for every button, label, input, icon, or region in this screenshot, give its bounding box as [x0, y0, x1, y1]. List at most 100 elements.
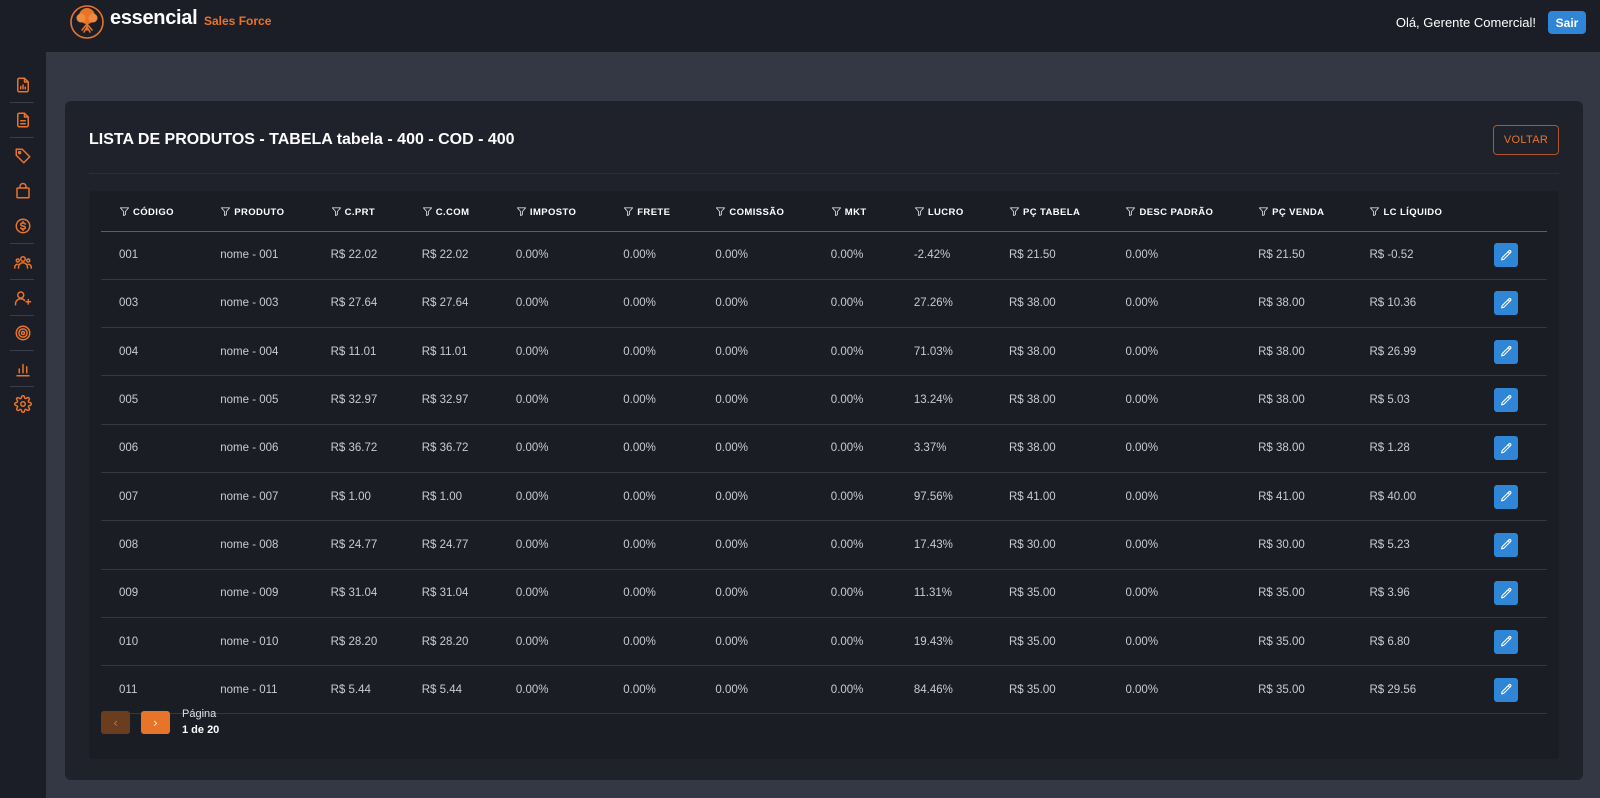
column-header[interactable]: CÓDIGO: [101, 195, 203, 232]
table-cell: R$ 35.00: [991, 665, 1108, 715]
edit-button[interactable]: [1494, 581, 1518, 606]
edit-button[interactable]: [1494, 436, 1518, 461]
table-cell: R$ 1.28: [1351, 424, 1476, 473]
column-header[interactable]: C.COM: [403, 195, 498, 232]
shopping-bag-icon[interactable]: [12, 180, 34, 202]
table-cell: nome - 007: [202, 472, 313, 522]
edit-button[interactable]: [1494, 484, 1518, 509]
users-icon[interactable]: [12, 251, 34, 273]
filter-icon[interactable]: [119, 206, 130, 220]
dollar-icon[interactable]: [12, 215, 34, 237]
table-cell: 0.00%: [812, 327, 896, 377]
edit-button[interactable]: [1494, 629, 1518, 654]
table-cell: 0.00%: [697, 520, 813, 570]
tag-icon[interactable]: [12, 145, 34, 167]
column-header[interactable]: MKT: [812, 195, 896, 232]
prev-page-button[interactable]: ‹: [101, 711, 130, 734]
table-cell: 0.00%: [1107, 617, 1241, 667]
filter-icon[interactable]: [623, 206, 634, 220]
column-header[interactable]: IMPOSTO: [497, 195, 606, 232]
edit-button[interactable]: [1494, 388, 1518, 413]
table-cell: 0.00%: [605, 520, 698, 570]
column-header[interactable]: C.PRT: [312, 195, 404, 232]
table-cell: R$ 5.44: [403, 665, 498, 715]
page-label: Página: [182, 708, 217, 720]
edit-button[interactable]: [1494, 677, 1518, 702]
user-plus-icon[interactable]: [12, 287, 34, 309]
table-cell: 008: [101, 520, 203, 570]
table-cell: R$ 22.02: [312, 231, 404, 280]
edit-button[interactable]: [1494, 243, 1518, 268]
table-cell: 0.00%: [605, 665, 698, 715]
column-header-label: PÇ TABELA: [1023, 206, 1081, 218]
column-header[interactable]: COMISSÃO: [697, 195, 813, 232]
filter-icon[interactable]: [1258, 206, 1269, 220]
table-cell: 0.00%: [605, 375, 698, 425]
table-cell: 0.00%: [605, 569, 698, 618]
bar-chart-icon[interactable]: [12, 358, 34, 380]
edit-button[interactable]: [1494, 291, 1518, 316]
gear-icon[interactable]: [12, 393, 34, 415]
sidebar-divider: [10, 102, 34, 103]
column-header[interactable]: LUCRO: [895, 195, 991, 232]
sidebar-divider: [10, 315, 34, 316]
filter-icon[interactable]: [516, 206, 527, 220]
filter-icon[interactable]: [1369, 206, 1380, 220]
column-header-label: IMPOSTO: [529, 206, 577, 218]
pencil-icon: [1500, 249, 1513, 262]
table-cell: 0.00%: [697, 231, 813, 280]
back-button[interactable]: VOLTAR: [1493, 125, 1559, 155]
table-cell: nome - 004: [202, 327, 313, 377]
table-cell: 97.56%: [895, 472, 991, 522]
column-header[interactable]: PÇ TABELA: [991, 195, 1108, 232]
table-cell: R$ 21.50: [991, 231, 1108, 280]
row-actions: [1476, 472, 1547, 522]
table-cell: R$ 5.23: [1351, 520, 1476, 570]
pencil-icon: [1500, 394, 1513, 407]
table-cell: R$ 38.00: [991, 424, 1108, 473]
table-cell: R$ 36.72: [403, 424, 498, 473]
filter-icon[interactable]: [422, 206, 433, 220]
table-cell: R$ 5.03: [1351, 375, 1476, 425]
edit-button[interactable]: [1494, 339, 1518, 364]
table-cell: 007: [101, 472, 203, 522]
row-actions: [1476, 231, 1547, 280]
table-cell: 0.00%: [1107, 375, 1241, 425]
table-row: 008 nome - 008 R$ 24.77 R$ 24.77 0.00% 0.00% 0…: [101, 520, 1547, 570]
filter-icon[interactable]: [715, 206, 726, 220]
column-header[interactable]: DESC PADRÃO: [1107, 195, 1241, 232]
table-cell: 0.00%: [1107, 665, 1241, 715]
table-cell: 0.00%: [697, 617, 813, 667]
table-row: 004 nome - 004 R$ 11.01 R$ 11.01 0.00% 0.00% 0…: [101, 327, 1547, 377]
row-actions: [1476, 665, 1547, 715]
document-icon[interactable]: [12, 109, 34, 131]
table-cell: 0.00%: [497, 569, 606, 618]
table-cell: R$ 35.00: [1240, 665, 1352, 715]
report-icon[interactable]: [12, 74, 34, 96]
edit-button[interactable]: [1494, 532, 1518, 557]
filter-icon[interactable]: [831, 206, 842, 220]
table-cell: nome - 008: [202, 520, 313, 570]
filter-icon[interactable]: [1009, 206, 1020, 220]
table-cell: 0.00%: [605, 617, 698, 667]
table-cell: R$ 21.50: [1240, 231, 1352, 280]
filter-icon[interactable]: [331, 206, 342, 220]
target-icon[interactable]: [12, 322, 34, 344]
table-cell: R$ 35.00: [1240, 617, 1352, 667]
table-cell: R$ 40.00: [1351, 472, 1476, 522]
table-row: 006 nome - 006 R$ 36.72 R$ 36.72 0.00% 0.00% 0…: [101, 424, 1547, 473]
table-cell: 0.00%: [497, 424, 606, 473]
column-header[interactable]: LC LÍQUIDO: [1351, 195, 1476, 232]
filter-icon[interactable]: [914, 206, 925, 220]
table-cell: R$ 22.02: [403, 231, 498, 280]
table-cell: 0.00%: [1107, 569, 1241, 618]
next-page-button[interactable]: ›: [141, 711, 170, 734]
column-header[interactable]: FRETE: [605, 195, 698, 232]
filter-icon[interactable]: [1125, 206, 1136, 220]
column-header[interactable]: PÇ VENDA: [1240, 195, 1352, 232]
filter-icon[interactable]: [220, 206, 231, 220]
table-cell: R$ 28.20: [403, 617, 498, 667]
page-title: LISTA DE PRODUTOS - TABELA tabela - 400 …: [89, 131, 515, 148]
column-header[interactable]: PRODUTO: [202, 195, 313, 232]
logout-button[interactable]: Sair: [1548, 11, 1586, 34]
